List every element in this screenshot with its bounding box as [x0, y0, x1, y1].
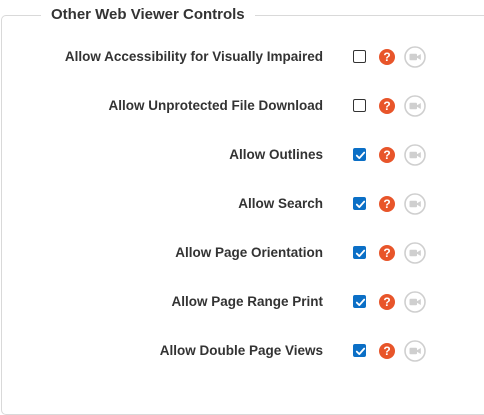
- control-row: Allow Page Range Print?: [0, 291, 484, 313]
- control-checkbox[interactable]: [353, 344, 366, 357]
- video-camera-icon[interactable]: [404, 340, 426, 362]
- control-row: Allow Page Orientation?: [0, 242, 484, 264]
- svg-text:?: ?: [383, 99, 390, 113]
- control-row: Allow Outlines?: [0, 144, 484, 166]
- video-camera-icon[interactable]: [404, 95, 426, 117]
- question-mark-icon[interactable]: ?: [379, 245, 395, 261]
- svg-text:?: ?: [383, 50, 390, 64]
- checkmark-icon: [355, 200, 366, 208]
- control-checkbox[interactable]: [353, 246, 366, 259]
- checkmark-icon: [355, 347, 366, 355]
- control-label: Allow Page Orientation: [175, 245, 323, 260]
- control-row: Allow Accessibility for Visually Impaire…: [0, 46, 484, 68]
- video-camera-icon[interactable]: [404, 46, 426, 68]
- question-mark-icon[interactable]: ?: [379, 98, 395, 114]
- control-checkbox[interactable]: [353, 50, 366, 63]
- question-mark-icon[interactable]: ?: [379, 343, 395, 359]
- control-label: Allow Outlines: [229, 147, 323, 162]
- control-row: Allow Unprotected File Download?: [0, 95, 484, 117]
- checkmark-icon: [355, 249, 366, 257]
- video-camera-icon[interactable]: [404, 242, 426, 264]
- svg-text:?: ?: [383, 197, 390, 211]
- question-mark-icon[interactable]: ?: [379, 196, 395, 212]
- checkmark-icon: [355, 151, 366, 159]
- svg-text:?: ?: [383, 295, 390, 309]
- svg-text:?: ?: [383, 344, 390, 358]
- control-label: Allow Unprotected File Download: [108, 98, 323, 113]
- svg-text:?: ?: [383, 148, 390, 162]
- control-label: Allow Search: [238, 196, 323, 211]
- control-checkbox[interactable]: [353, 99, 366, 112]
- control-checkbox[interactable]: [353, 148, 366, 161]
- control-label: Allow Double Page Views: [159, 343, 323, 358]
- control-label: Allow Page Range Print: [171, 294, 323, 309]
- checkmark-icon: [355, 298, 366, 306]
- svg-text:?: ?: [383, 246, 390, 260]
- control-label: Allow Accessibility for Visually Impaire…: [64, 49, 323, 64]
- video-camera-icon[interactable]: [404, 291, 426, 313]
- question-mark-icon[interactable]: ?: [379, 49, 395, 65]
- video-camera-icon[interactable]: [404, 144, 426, 166]
- question-mark-icon[interactable]: ?: [379, 294, 395, 310]
- control-checkbox[interactable]: [353, 295, 366, 308]
- control-row: Allow Search?: [0, 193, 484, 215]
- video-camera-icon[interactable]: [404, 193, 426, 215]
- control-checkbox[interactable]: [353, 197, 366, 210]
- section-title: Other Web Viewer Controls: [41, 6, 255, 24]
- control-row: Allow Double Page Views?: [0, 340, 484, 362]
- question-mark-icon[interactable]: ?: [379, 147, 395, 163]
